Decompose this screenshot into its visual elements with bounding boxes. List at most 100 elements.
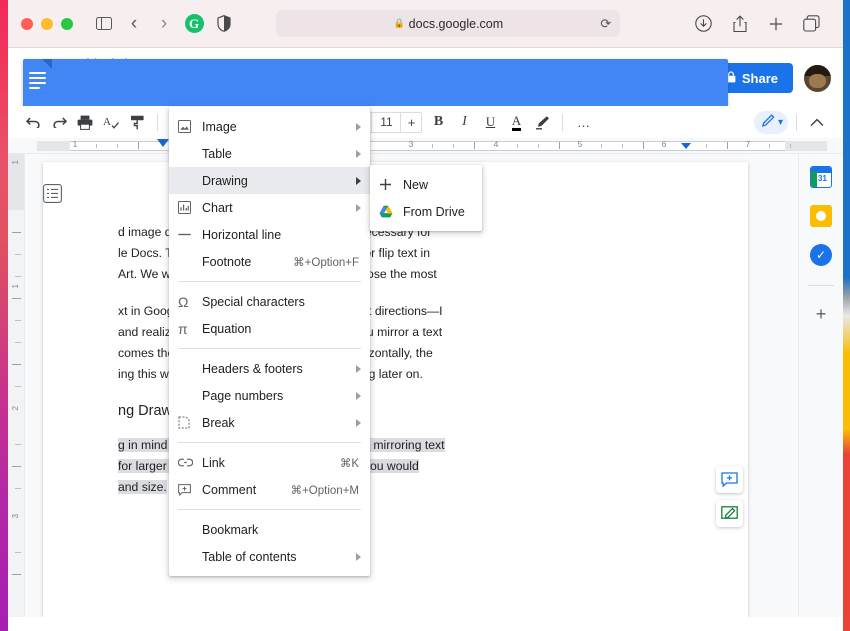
google-drive-icon [379, 205, 403, 218]
font-size-value[interactable]: 11 [371, 112, 402, 132]
menu-item-footnote[interactable]: Footnote ⌘+Option+F [169, 248, 370, 275]
print-icon[interactable] [73, 110, 97, 134]
underline-button[interactable]: U [478, 110, 502, 134]
redo-icon[interactable] [47, 110, 71, 134]
menu-item-label: Image [202, 119, 237, 134]
screen: ‹ › G 🔒 docs.google.com ⟳ Share A 11 + B… [0, 0, 850, 631]
menu-item-page-numbers[interactable]: Page numbers [169, 382, 370, 409]
google-tasks-icon[interactable]: ✓ [810, 244, 832, 266]
reload-icon[interactable]: ⟳ [600, 16, 611, 32]
menu-item-special-characters[interactable]: Ω Special characters [169, 288, 370, 315]
back-arrow-icon[interactable]: ‹ [121, 11, 147, 37]
forward-arrow-icon[interactable]: › [151, 11, 177, 37]
menu-item-label: Bookmark [202, 522, 259, 537]
menu-divider [178, 442, 361, 443]
chevron-right-icon [356, 364, 361, 373]
chevron-right-icon [356, 176, 361, 185]
maximize-window-button[interactable] [61, 17, 73, 30]
drawing-submenu[interactable]: New From Drive [370, 165, 482, 231]
add-addon-button[interactable]: + [816, 305, 827, 323]
menu-item-shortcut: ⌘K [339, 457, 359, 470]
menu-item-label: Chart [202, 200, 233, 215]
docs-header: Untitled document File Edit View Inse [7, 48, 843, 579]
chevron-right-icon [356, 552, 361, 561]
text-color-button[interactable]: A [504, 110, 528, 134]
grammarly-glyph: G [184, 14, 204, 33]
grammarly-extension-icon[interactable]: G [181, 11, 207, 37]
more-options-button[interactable]: … [571, 110, 595, 134]
menu-item-headers-footers[interactable]: Headers & footers [169, 355, 370, 382]
google-calendar-icon[interactable]: 31 [810, 166, 832, 188]
desktop-wallpaper-left [0, 0, 8, 631]
bold-button[interactable]: B [426, 110, 450, 134]
menu-item-bookmark[interactable]: Bookmark [169, 516, 370, 543]
share-icon[interactable] [727, 11, 753, 37]
right-indent-marker[interactable] [681, 143, 691, 149]
menu-item-table-of-contents[interactable]: Table of contents [169, 543, 370, 570]
menu-item-image[interactable]: Image [169, 113, 370, 140]
menu-item-table[interactable]: Table [169, 140, 370, 167]
menu-item-drawing[interactable]: Drawing [169, 167, 370, 194]
menu-item-comment[interactable]: Comment ⌘+Option+M [169, 476, 370, 503]
minimize-window-button[interactable] [41, 17, 53, 30]
google-keep-icon[interactable] [810, 205, 832, 227]
menu-item-chart[interactable]: Chart [169, 194, 370, 221]
break-icon [178, 416, 202, 429]
editing-mode-button[interactable]: ▾ [753, 110, 788, 134]
italic-button[interactable]: I [452, 110, 476, 134]
ruler-number: 4 [493, 139, 499, 149]
chevron-right-icon [356, 391, 361, 400]
user-avatar[interactable] [804, 64, 831, 92]
side-panel-divider [808, 285, 834, 286]
insert-dropdown-menu[interactable]: Image Table Drawing Chart Horizontal lin… [169, 107, 370, 576]
menu-divider [178, 509, 361, 510]
window-controls [21, 17, 73, 30]
menu-item-shortcut: ⌘+Option+M [290, 484, 359, 497]
add-comment-button[interactable] [716, 466, 743, 493]
submenu-item-new[interactable]: New [370, 171, 482, 198]
menu-item-link[interactable]: Link ⌘K [169, 449, 370, 476]
suggest-edit-button[interactable] [716, 500, 743, 527]
left-indent-marker[interactable] [157, 139, 169, 147]
collapse-toolbar-button[interactable] [805, 110, 829, 134]
plus-icon [379, 178, 403, 191]
paint-format-icon[interactable] [125, 110, 149, 134]
menu-item-shortcut: ⌘+Option+F [293, 256, 359, 269]
menu-item-label: Footnote [202, 254, 252, 269]
menu-item-horizontal-line[interactable]: Horizontal line [169, 221, 370, 248]
menu-item-label: Link [202, 455, 225, 470]
horizontal-ruler[interactable]: 1 3 4 5 6 7 [7, 138, 843, 154]
close-window-button[interactable] [21, 17, 33, 30]
browser-window: ‹ › G 🔒 docs.google.com ⟳ Share A 11 + B… [7, 0, 843, 631]
vruler-number: 2 [11, 406, 20, 411]
menu-divider [178, 348, 361, 349]
address-bar[interactable]: 🔒 docs.google.com ⟳ [276, 10, 621, 37]
download-icon[interactable] [691, 11, 717, 37]
new-tab-button[interactable] [763, 11, 789, 37]
document-outline-icon[interactable] [41, 182, 63, 204]
vruler-number: 3 [11, 514, 20, 519]
submenu-item-label: New [403, 177, 429, 192]
vertical-ruler[interactable]: 1 1 2 3 [7, 154, 25, 617]
menu-item-label: Comment [202, 482, 257, 497]
formatting-toolbar: A ▾ − 11 + B I U A … [7, 106, 843, 138]
spellcheck-icon[interactable]: A [99, 110, 123, 134]
shield-icon[interactable] [211, 11, 237, 37]
chevron-right-icon [356, 418, 361, 427]
menu-item-break[interactable]: Break [169, 409, 370, 436]
text-color-letter: A [511, 114, 522, 131]
highlight-pen-icon[interactable] [530, 110, 554, 134]
floating-action-buttons [716, 466, 743, 527]
submenu-item-from-drive[interactable]: From Drive [370, 198, 482, 225]
menu-item-label: Table of contents [202, 549, 297, 564]
undo-icon[interactable] [21, 110, 45, 134]
menu-item-label: Drawing [202, 173, 248, 188]
menu-item-equation[interactable]: π Equation [169, 315, 370, 342]
hline-icon [178, 233, 202, 236]
sidebar-toggle-icon[interactable] [91, 11, 117, 37]
menu-item-label: Special characters [202, 294, 305, 309]
chart-icon [178, 201, 202, 214]
tab-overview-icon[interactable] [799, 11, 825, 37]
font-size-increase-button[interactable]: + [401, 115, 421, 130]
ruler-number: 7 [745, 139, 751, 149]
